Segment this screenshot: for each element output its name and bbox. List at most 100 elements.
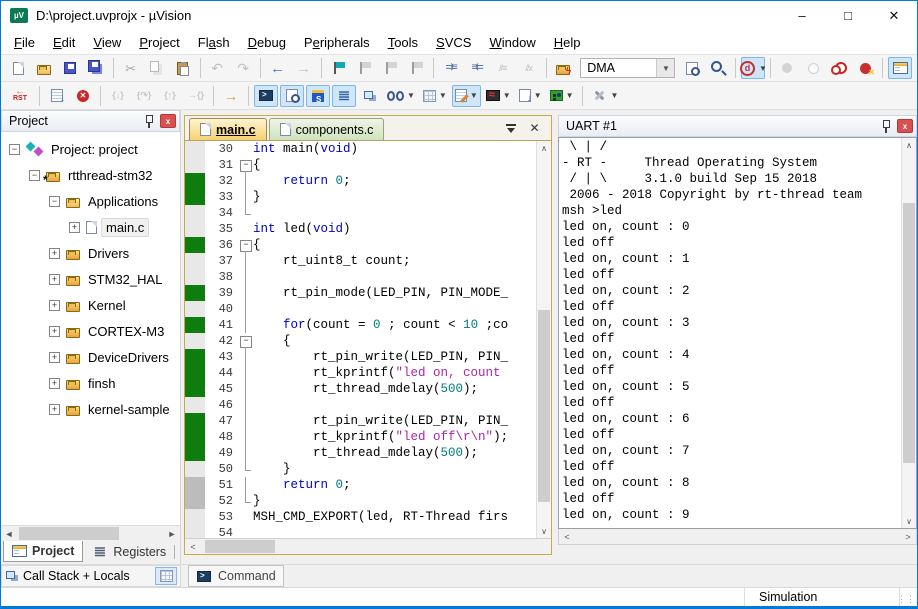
line-number[interactable]: 49: [205, 446, 239, 460]
expand-icon[interactable]: +: [49, 300, 60, 311]
chevron-down-icon[interactable]: ▼: [611, 91, 619, 100]
expand-icon[interactable]: +: [69, 222, 80, 233]
uart-panel-close-icon[interactable]: x: [897, 119, 913, 133]
analysis-window-button[interactable]: ▼: [483, 85, 514, 107]
chevron-down-icon[interactable]: ▼: [759, 64, 767, 73]
line-number[interactable]: 45: [205, 382, 239, 396]
code-line-43[interactable]: 43 rt_pin_write(LED_PIN, PIN_: [185, 349, 536, 365]
memory-window-button[interactable]: ▼: [420, 85, 450, 107]
line-number[interactable]: 51: [205, 478, 239, 492]
code-line-52[interactable]: 52}: [185, 493, 536, 509]
maximize-button[interactable]: □: [825, 1, 871, 30]
project-panel-close-icon[interactable]: x: [160, 114, 176, 128]
uart-output[interactable]: \ | /- RT - Thread Operating System / | …: [559, 138, 901, 528]
tree-item-kernel[interactable]: +Kernel: [1, 292, 180, 318]
scroll-left-icon[interactable]: <: [185, 542, 201, 552]
code-line-38[interactable]: 38: [185, 269, 536, 285]
code-line-41[interactable]: 41 for(count = 0 ; count < 10 ;co: [185, 317, 536, 333]
menu-window[interactable]: Window: [480, 32, 544, 53]
code-line-53[interactable]: 53MSH_CMD_EXPORT(led, RT-Thread firs: [185, 509, 536, 525]
uart-hscrollbar[interactable]: < >: [558, 529, 917, 545]
show-next-statement-button[interactable]: [219, 85, 243, 107]
line-number[interactable]: 36: [205, 238, 239, 252]
load-flash-button[interactable]: [551, 57, 575, 79]
code-lines[interactable]: 30int main(void)31{32 return 0;33}3435in…: [185, 141, 536, 538]
stop-button[interactable]: [71, 85, 95, 107]
code-view[interactable]: 30int main(void)31{32 return 0;33}3435in…: [185, 140, 551, 538]
uncomment-button[interactable]: [517, 57, 541, 79]
menu-project[interactable]: Project: [130, 32, 188, 53]
breakpoint-disable-all-button[interactable]: [827, 57, 851, 79]
line-number[interactable]: 39: [205, 286, 239, 300]
save-button[interactable]: [58, 57, 82, 79]
serial-window-button[interactable]: ▼: [452, 85, 481, 107]
collapse-icon[interactable]: −: [29, 170, 40, 181]
code-line-30[interactable]: 30int main(void): [185, 141, 536, 157]
code-line-47[interactable]: 47 rt_pin_write(LED_PIN, PIN_: [185, 413, 536, 429]
code-line-39[interactable]: 39 rt_pin_mode(LED_PIN, PIN_MODE_: [185, 285, 536, 301]
highlight-word-button[interactable]: ▼: [741, 57, 765, 79]
menu-flash[interactable]: Flash: [189, 32, 239, 53]
command-window-button[interactable]: [254, 85, 278, 107]
cut-button[interactable]: [119, 57, 143, 79]
line-number[interactable]: 30: [205, 142, 239, 156]
tree-item-devicedrivers[interactable]: +DeviceDrivers: [1, 344, 180, 370]
code-line-44[interactable]: 44 rt_kprintf("led on, count: [185, 365, 536, 381]
copy-button[interactable]: [145, 57, 169, 79]
code-line-50[interactable]: 50 }: [185, 461, 536, 477]
tree-item-stm32-hal[interactable]: +STM32_HAL: [1, 266, 180, 292]
line-number[interactable]: 50: [205, 462, 239, 476]
scroll-down-icon[interactable]: ∨: [541, 524, 547, 538]
call-stack-window-button[interactable]: [358, 85, 382, 107]
line-number[interactable]: 47: [205, 414, 239, 428]
save-all-button[interactable]: [84, 57, 108, 79]
bookmark-previous-button[interactable]: [352, 57, 376, 79]
line-number[interactable]: 44: [205, 366, 239, 380]
code-line-34[interactable]: 34: [185, 205, 536, 221]
expand-icon[interactable]: +: [49, 248, 60, 259]
comment-button[interactable]: [491, 57, 515, 79]
code-line-42[interactable]: 42 {: [185, 333, 536, 349]
line-number[interactable]: 37: [205, 254, 239, 268]
find-button[interactable]: [706, 57, 730, 79]
navigate-back-button[interactable]: [266, 57, 290, 79]
expand-icon[interactable]: +: [49, 274, 60, 285]
expand-icon[interactable]: +: [49, 404, 60, 415]
step-out-button[interactable]: [158, 85, 182, 107]
run-button[interactable]: [45, 85, 69, 107]
expand-icon[interactable]: +: [49, 352, 60, 363]
line-number[interactable]: 54: [205, 526, 239, 538]
menu-edit[interactable]: Edit: [44, 32, 84, 53]
scroll-up-icon[interactable]: ∧: [541, 141, 547, 155]
scroll-up-icon[interactable]: ∧: [906, 138, 912, 152]
tab-project[interactable]: Project: [3, 541, 83, 562]
line-number[interactable]: 40: [205, 302, 239, 316]
tree-item-main-c[interactable]: +main.c: [1, 214, 180, 240]
indent-button[interactable]: [439, 57, 463, 79]
tab-main-c[interactable]: main.c: [189, 118, 267, 140]
collapse-icon[interactable]: −: [9, 144, 20, 155]
code-line-31[interactable]: 31{: [185, 157, 536, 173]
line-number[interactable]: 38: [205, 270, 239, 284]
chevron-down-icon[interactable]: ▼: [503, 91, 511, 100]
breakpoint-kill-all-button[interactable]: [853, 57, 877, 79]
debug-settings-button[interactable]: ▼: [588, 85, 622, 107]
pin-icon[interactable]: [880, 120, 892, 132]
uart-vscrollbar[interactable]: ∧ ∨: [901, 138, 916, 528]
code-line-49[interactable]: 49 rt_thread_mdelay(500);: [185, 445, 536, 461]
code-line-54[interactable]: 54: [185, 525, 536, 538]
bookmark-toggle-button[interactable]: [326, 57, 350, 79]
run-to-cursor-button[interactable]: [184, 85, 208, 107]
line-number[interactable]: 34: [205, 206, 239, 220]
fold-collapse-icon[interactable]: [239, 333, 253, 349]
line-number[interactable]: 32: [205, 174, 239, 188]
redo-button[interactable]: [231, 57, 255, 79]
chevron-down-icon[interactable]: ▼: [656, 59, 674, 77]
editor-vscrollbar[interactable]: ∧ ∨: [536, 141, 551, 538]
code-line-51[interactable]: 51 return 0;: [185, 477, 536, 493]
chevron-down-icon[interactable]: ▼: [566, 91, 574, 100]
disassembly-window-button[interactable]: [280, 85, 304, 107]
step-into-button[interactable]: [106, 85, 130, 107]
document-list-icon[interactable]: [506, 124, 516, 133]
project-tree-hscrollbar[interactable]: ◄ ►: [1, 525, 180, 541]
